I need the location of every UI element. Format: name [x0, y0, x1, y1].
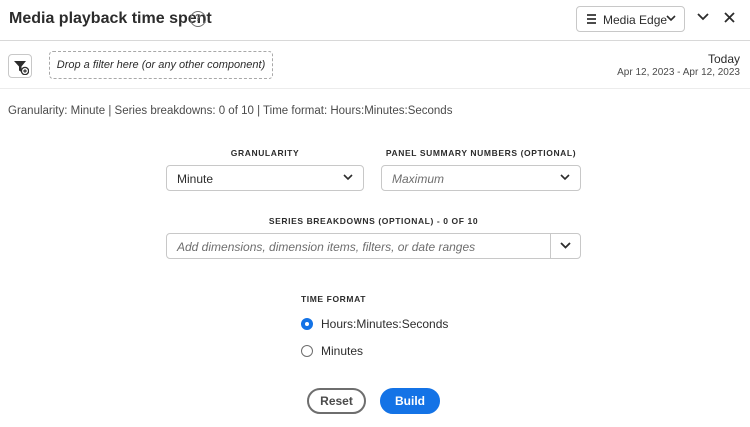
series-breakdowns-placeholder: Add dimensions, dimension items, filters… — [177, 240, 476, 254]
granularity-value: Minute — [177, 172, 214, 186]
filter-add-icon — [14, 61, 29, 75]
reset-button[interactable]: Reset — [307, 388, 366, 414]
collapse-chevron-icon[interactable] — [697, 13, 709, 21]
dataview-label: Media Edge — [603, 13, 668, 27]
panel-summary-placeholder: Maximum — [392, 172, 445, 186]
time-format-label: TIME FORMAT — [301, 294, 366, 304]
radio-unselected-icon[interactable] — [301, 345, 313, 357]
series-breakdowns-label: SERIES BREAKDOWNS (OPTIONAL) - 0 OF 10 — [268, 216, 479, 226]
settings-summary: Granularity: Minute | Series breakdowns:… — [8, 105, 453, 117]
radio-minutes[interactable]: Minutes — [301, 343, 401, 361]
build-button[interactable]: Build — [380, 388, 440, 414]
chevron-down-icon — [666, 15, 676, 22]
panel-summary-label: PANEL SUMMARY NUMBERS (OPTIONAL) — [385, 148, 577, 158]
chevron-down-icon — [560, 242, 571, 249]
dataview-dropdown[interactable]: Media Edge — [576, 6, 685, 32]
series-breakdowns-combobox[interactable]: Add dimensions, dimension items, filters… — [166, 233, 581, 259]
close-icon[interactable] — [724, 12, 735, 23]
radio-label: Hours:Minutes:Seconds — [321, 317, 449, 331]
date-range[interactable]: Apr 12, 2023 - Apr 12, 2023 — [617, 67, 740, 78]
radio-selected-icon[interactable] — [301, 318, 313, 330]
list-icon — [587, 14, 596, 24]
chevron-down-icon — [343, 174, 353, 181]
granularity-label: GRANULARITY — [230, 148, 300, 158]
series-breakdowns-dropdown-button[interactable] — [550, 234, 580, 258]
panel-summary-select[interactable]: Maximum — [381, 165, 581, 191]
radio-hours-minutes-seconds[interactable]: Hours:Minutes:Seconds — [301, 316, 461, 334]
date-label[interactable]: Today — [708, 52, 740, 66]
help-icon[interactable]: ? — [190, 11, 206, 27]
divider — [0, 88, 750, 89]
filter-dropzone[interactable]: Drop a filter here (or any other compone… — [49, 51, 273, 79]
radio-label: Minutes — [321, 344, 364, 358]
chevron-down-icon — [560, 174, 570, 181]
add-filter-button[interactable] — [8, 54, 32, 78]
granularity-select[interactable]: Minute — [166, 165, 364, 191]
panel-title: Media playback time spent — [9, 10, 212, 27]
